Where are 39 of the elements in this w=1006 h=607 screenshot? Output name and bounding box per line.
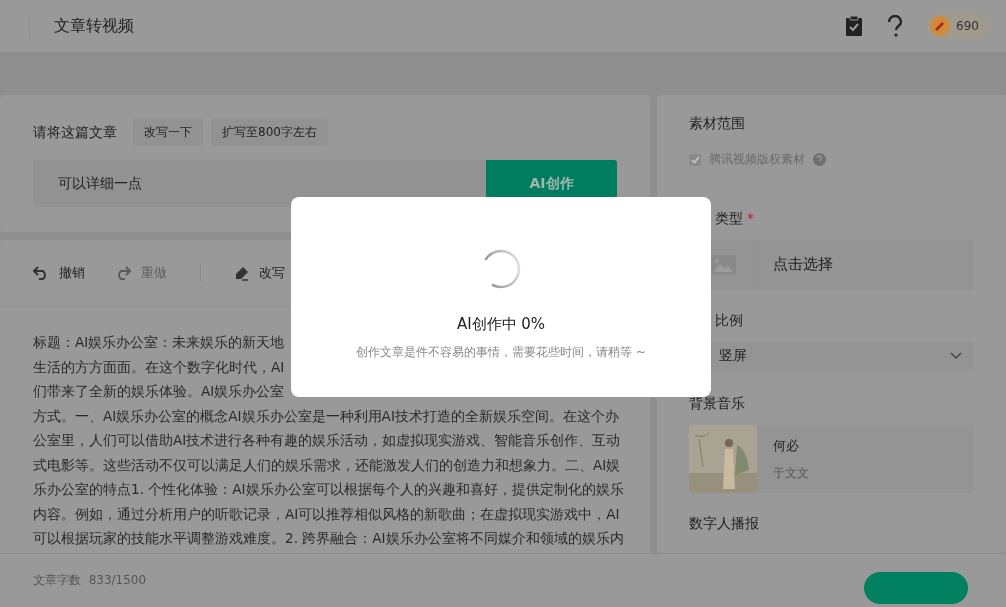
dialog-title: AI创作中 0% [456, 315, 546, 334]
required-mark: * [747, 210, 754, 228]
article-line: 生活的方方面面。在这个数字化时代，AI [33, 357, 285, 377]
article-line: 式电影等。这些活动不仅可以满足人们的娱乐需求，还能激发人们的创造力和想象力。二、AI娱 [33, 455, 621, 475]
type-label: 类型 [715, 210, 743, 228]
toolbar-button[interactable]: 撤销 [33, 264, 85, 282]
clipboard-check-icon[interactable] [845, 15, 864, 37]
generate-button[interactable] [864, 572, 968, 604]
section-label: 比例 [715, 311, 744, 330]
prompt-input[interactable]: 可以详细一点 [33, 160, 486, 207]
section-label: 背景音乐 [689, 395, 746, 413]
points-badge[interactable]: 690 [927, 13, 989, 39]
article-line: 方式。一、AI娱乐办公室的概念AI娱乐办公室是一种利用AI技术打造的全新娱乐空间。在这个办 [33, 406, 619, 426]
article-line: 可以根据玩家的技能水平调整游戏难度。2. 跨界融合：AI娱乐办公室将不同媒介和领域的娱乐内 [33, 529, 624, 548]
help-icon[interactable] [887, 15, 904, 37]
chevron-down-icon [950, 352, 962, 361]
song-title: 何必 [773, 436, 800, 455]
points-count: 690 [956, 19, 979, 33]
prompt-label: 请将这篇文章 [33, 123, 117, 142]
section-label: 素材范围 [689, 115, 746, 133]
page-title: 文章转视频 [54, 15, 134, 37]
suggestion-chip[interactable]: 扩写至800字左右 [211, 119, 328, 146]
article-line: 公室里，人们可以借助AI技术进行各种有趣的娱乐活动，如虚拟现实游戏、智能音乐创作、互动 [33, 431, 621, 450]
article-line: 乐办公室的特点1. 个性化体验：AI娱乐办公室可以根据每个人的兴趣和喜好，提供定制化的娱乐 [33, 480, 624, 499]
article-line: 内容。例如，通过分析用户的听歌记录，AI可以推荐相似风格的新歌曲；在虚拟现实游戏中，AI [33, 504, 620, 524]
checkmark-icon [690, 155, 700, 164]
image-icon [709, 254, 736, 275]
article-line: 标题：AI娱乐办公室：未来娱乐的新天地 [33, 333, 285, 352]
article-line: 们带来了全新的娱乐体验。AI娱乐办公室 [33, 382, 285, 401]
pen-icon [234, 265, 249, 281]
section-label: 数字人播报 [689, 515, 760, 533]
coin-icon [930, 16, 951, 36]
redo-icon [115, 266, 131, 280]
undo-icon [33, 266, 49, 280]
dialog-message: 创作文章是件不容易的事情，需要花些时间，请稍等 ~ [356, 344, 646, 361]
word-count: 文章字数 833/1500 [33, 572, 147, 589]
suggestion-chip[interactable]: 改写一下 [133, 119, 203, 146]
picker-label: 点击选择 [773, 255, 833, 275]
toolbar-button[interactable]: 改写 [234, 264, 285, 282]
